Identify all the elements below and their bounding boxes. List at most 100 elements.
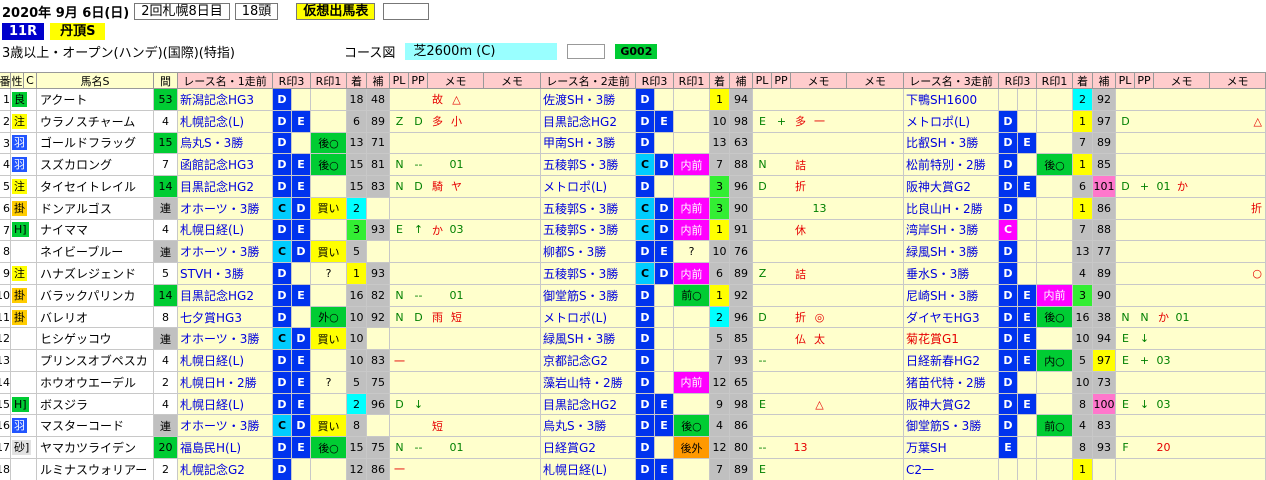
race-name[interactable]: メトロポ(L) xyxy=(541,176,636,197)
race-name[interactable]: C2一 xyxy=(904,459,999,480)
speed-score: 89 xyxy=(1093,132,1116,154)
race-name[interactable]: 札幌記念G2 xyxy=(178,459,273,480)
horse-name[interactable]: スズカロング xyxy=(37,154,154,176)
memo-cell: E ↓ 03 xyxy=(1116,393,1266,415)
interval-weeks: 連 xyxy=(154,197,178,219)
race-name[interactable]: 烏丸S・3勝 xyxy=(178,132,273,154)
race-name[interactable]: 新潟記念HG3 xyxy=(178,89,273,110)
race-name[interactable]: 阪神大賞G2 xyxy=(904,393,999,415)
race-name[interactable]: 御堂筋S・3勝 xyxy=(541,284,636,306)
horse-mark-cell xyxy=(11,371,37,393)
horse-name[interactable]: アクート xyxy=(37,89,154,110)
race-name[interactable]: 万葉SH xyxy=(904,437,999,459)
horse-name[interactable]: ボスジラ xyxy=(37,393,154,415)
race-name[interactable]: 札幌日経(L) xyxy=(178,350,273,371)
race-name[interactable]: 菊花賞G1 xyxy=(904,328,999,350)
horse-name[interactable]: プリンスオブペスカ xyxy=(37,350,154,371)
race-name[interactable]: 福島民H(L) xyxy=(178,437,273,459)
interval-weeks: 8 xyxy=(154,306,178,328)
horse-name[interactable]: ネイビーブルー xyxy=(37,241,154,263)
race-name[interactable]: 甲南SH・3勝 xyxy=(541,132,636,154)
race-name[interactable]: 五稜郭S・3勝 xyxy=(541,154,636,176)
race-name[interactable]: STVH・3勝 xyxy=(178,263,273,284)
race-name[interactable]: 京都記念G2 xyxy=(541,350,636,371)
horse-name[interactable]: ヒシゲッコウ xyxy=(37,328,154,350)
race-name[interactable]: オホーツ・3勝 xyxy=(178,241,273,263)
horse-name[interactable]: ナイママ xyxy=(37,219,154,241)
race-name[interactable]: メトロポ(L) xyxy=(541,306,636,328)
race-name[interactable]: 日経賞G2 xyxy=(541,437,636,459)
race-name[interactable]: 垂水S・3勝 xyxy=(904,263,999,284)
race-name[interactable]: 目黒記念HG2 xyxy=(541,393,636,415)
past-run-2: 目黒記念HG2 D E 9 98 E △ xyxy=(541,393,904,415)
memo-cell xyxy=(1116,459,1266,480)
race-name[interactable]: 五稜郭S・3勝 xyxy=(541,197,636,219)
race-name[interactable]: 比叡SH・3勝 xyxy=(904,132,999,154)
race-name[interactable]: 札幌日経(L) xyxy=(541,459,636,480)
horse-name[interactable]: ハナズレジェンド xyxy=(37,263,154,284)
course-map-button[interactable]: コース図 xyxy=(344,42,395,61)
race-name[interactable]: 札幌日経(L) xyxy=(178,219,273,241)
race-name[interactable]: 松前特別・2勝 xyxy=(904,154,999,176)
race-name[interactable]: 七夕賞HG3 xyxy=(178,306,273,328)
race-name[interactable]: 札幌日経(L) xyxy=(178,393,273,415)
race-name[interactable]: 五稜郭S・3勝 xyxy=(541,263,636,284)
race-name[interactable]: オホーツ・3勝 xyxy=(178,415,273,437)
race-name[interactable]: メトロポ(L) xyxy=(904,110,999,132)
horse-name[interactable]: タイセイトレイル xyxy=(37,176,154,197)
race-name[interactable]: 猪苗代特・2勝 xyxy=(904,371,999,393)
horse-name[interactable]: ルミナスウォリアー xyxy=(37,459,154,480)
r-mark-chip: C xyxy=(999,219,1018,241)
horse-name[interactable]: ドンアルゴス xyxy=(37,197,154,219)
virtual-racecard-button[interactable]: 仮想出馬表 xyxy=(296,2,376,20)
past-run-1: 札幌記念(L) D E 6 89 Z D 多小 xyxy=(178,110,541,132)
race-name[interactable]: 烏丸S・3勝 xyxy=(541,415,636,437)
horse-name[interactable]: バレリオ xyxy=(37,306,154,328)
blank-input[interactable] xyxy=(383,2,430,20)
horse-name[interactable]: ホウオウエーデル xyxy=(37,371,154,393)
race-name[interactable]: 目黒記念HG2 xyxy=(541,110,636,132)
race-name[interactable]: 札幌記念(L) xyxy=(178,110,273,132)
race-name[interactable]: 尼崎SH・3勝 xyxy=(904,284,999,306)
race-name[interactable]: 阪神大賞G2 xyxy=(904,176,999,197)
horse-name[interactable]: ウラノスチャーム xyxy=(37,110,154,132)
race-name[interactable]: 目黒記念HG2 xyxy=(178,284,273,306)
header-finish: 着 xyxy=(347,73,367,88)
r-mark-chip: D xyxy=(636,284,655,306)
race-name[interactable]: 佐渡SH・3勝 xyxy=(541,89,636,110)
position-mark: 内前 xyxy=(1037,284,1073,306)
finish-position: 1 xyxy=(347,263,367,284)
race-name[interactable]: 緑風SH・3勝 xyxy=(904,241,999,263)
race-name[interactable]: 御堂筋S・3勝 xyxy=(904,415,999,437)
horse-name[interactable]: ゴールドフラッグ xyxy=(37,132,154,154)
race-name[interactable]: オホーツ・3勝 xyxy=(178,197,273,219)
horse-name[interactable]: ヤマカツライデン xyxy=(37,437,154,459)
race-name[interactable]: 札幌日H・2勝 xyxy=(178,371,273,393)
header-interval: 間 xyxy=(154,73,178,88)
race-name[interactable]: 函館記念HG3 xyxy=(178,154,273,176)
memo-cell: D 折 ◎ xyxy=(753,306,904,328)
race-name[interactable]: 比良山H・2勝 xyxy=(904,197,999,219)
memo-token: N xyxy=(395,310,404,324)
memo-token: 01 xyxy=(449,158,464,172)
race-name[interactable]: 目黒記念HG2 xyxy=(178,176,273,197)
finish-position: 16 xyxy=(347,284,367,306)
horse-name[interactable]: バラックパリンカ xyxy=(37,284,154,306)
race-name[interactable]: 下鴨SH1600 xyxy=(904,89,999,110)
race-name[interactable]: 日経新春HG2 xyxy=(904,350,999,371)
race-name[interactable]: 五稜郭S・3勝 xyxy=(541,219,636,241)
interval-weeks: 2 xyxy=(154,459,178,480)
race-name[interactable]: 湾岸SH・3勝 xyxy=(904,219,999,241)
race-name[interactable]: 緑風SH・3勝 xyxy=(541,328,636,350)
race-name[interactable]: 藻岩山特・2勝 xyxy=(541,371,636,393)
horse-mark-cell: 掛 xyxy=(11,306,37,328)
memo-cell xyxy=(1116,154,1266,176)
horse-name[interactable]: マスターコード xyxy=(37,415,154,437)
race-name[interactable]: オホーツ・3勝 xyxy=(178,328,273,350)
r-mark-chip: D xyxy=(999,132,1018,154)
r-mark-chip: D xyxy=(273,306,292,328)
r-mark-chip: D xyxy=(636,132,655,154)
race-name[interactable]: 柳都S・3勝 xyxy=(541,241,636,263)
memo-token: E xyxy=(396,223,403,237)
race-name[interactable]: ダイヤモHG3 xyxy=(904,306,999,328)
